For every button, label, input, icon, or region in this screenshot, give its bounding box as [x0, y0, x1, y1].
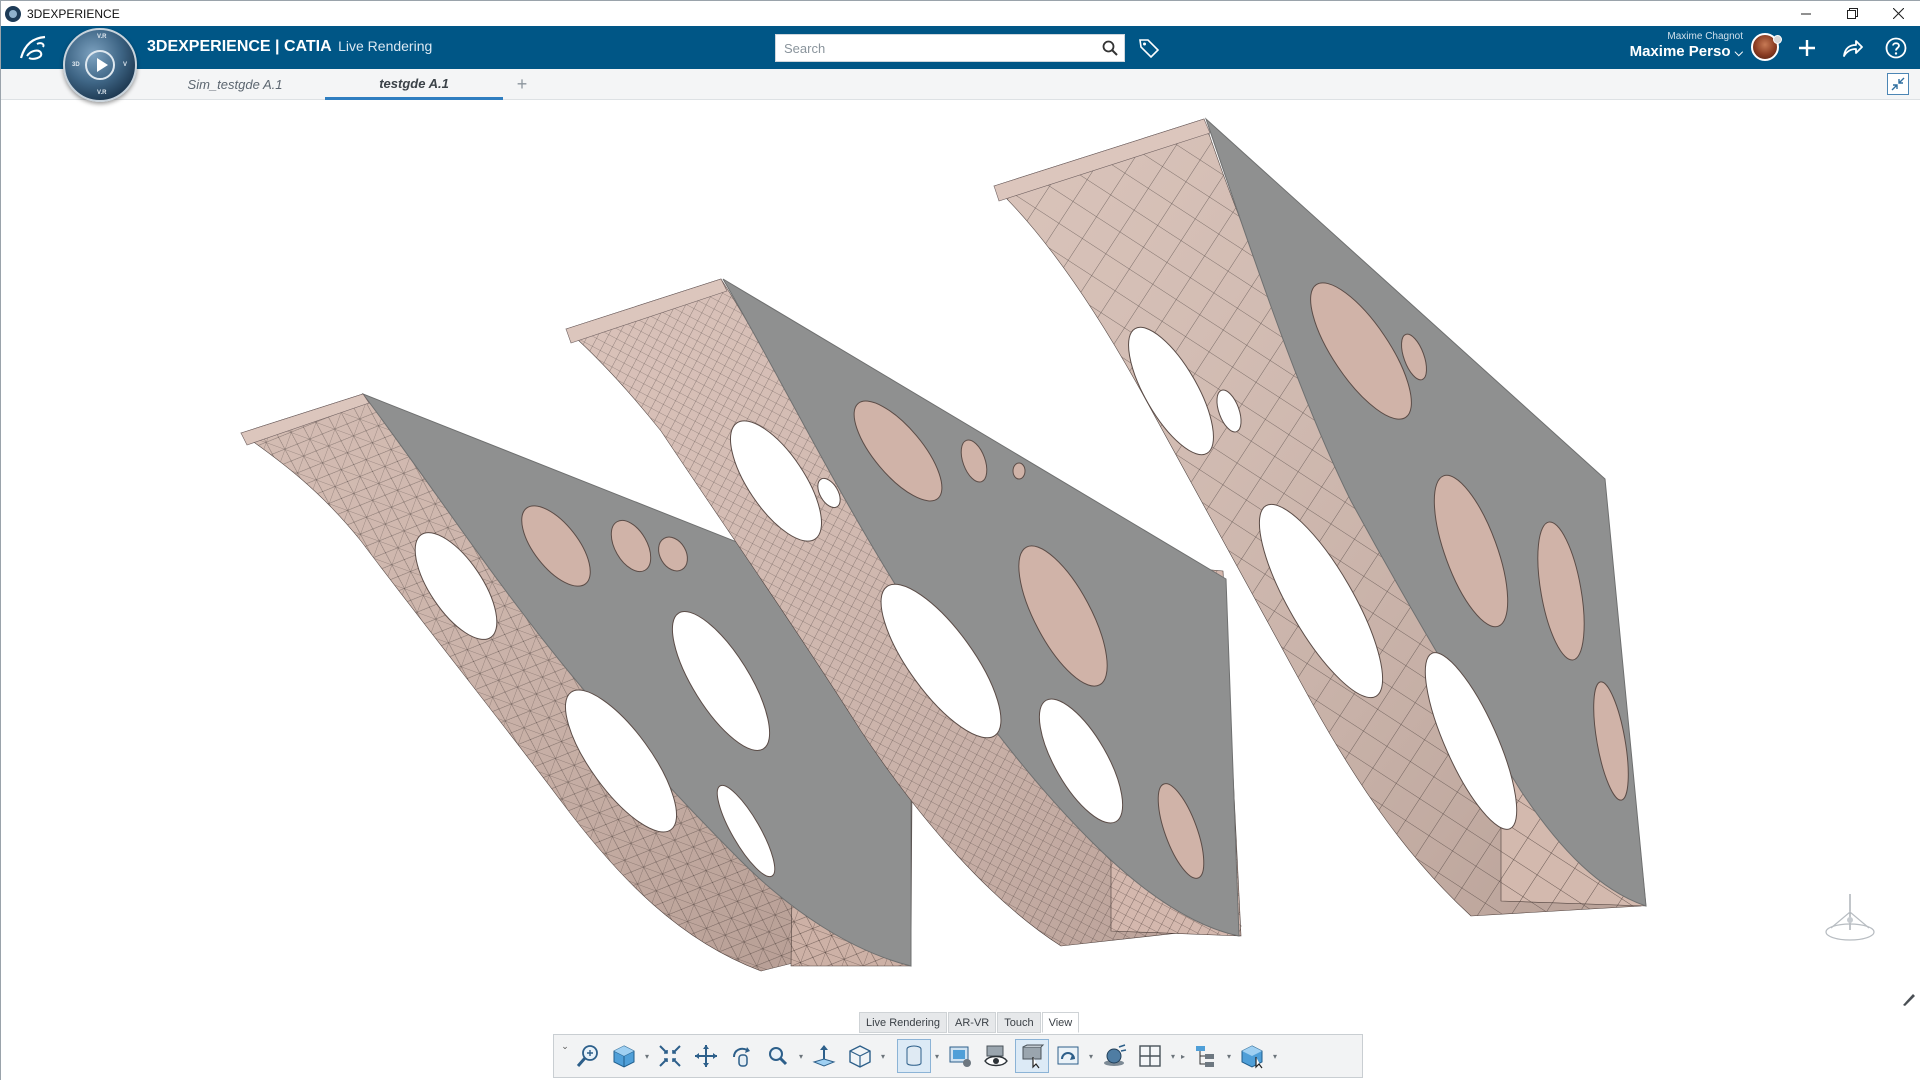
rendering-settings-icon[interactable]	[943, 1039, 977, 1073]
brand-main: EXPERIENCE | CATIA	[167, 38, 332, 55]
os-titlebar: 3DEXPERIENCE	[1, 1, 1920, 26]
multi-view-dropdown-icon[interactable]: ▾	[878, 1039, 888, 1073]
app-brand: 3DEXPERIENCE | CATIA Live Rendering	[147, 38, 432, 56]
compass-label-left: 3D	[72, 62, 80, 68]
window-layout-icon[interactable]	[1133, 1039, 1167, 1073]
zoom-area-icon[interactable]	[571, 1039, 605, 1073]
notification-dot-icon	[1773, 35, 1782, 44]
app-window: 3DEXPERIENCE 3DEXPERIENCE | CATIA Live R…	[0, 0, 1920, 1081]
app-icon	[5, 5, 21, 22]
zoom-dropdown-icon[interactable]: ▾	[796, 1039, 806, 1073]
view-cube-icon[interactable]	[607, 1039, 641, 1073]
window-controls	[1783, 1, 1920, 26]
user-name-small: Maxime Chagnot	[1667, 31, 1743, 42]
add-icon[interactable]	[1792, 33, 1822, 63]
collapse-action-bar-button[interactable]: ⌄	[560, 1041, 570, 1071]
hide-show-icon[interactable]	[979, 1039, 1013, 1073]
play-icon[interactable]	[85, 50, 115, 80]
ambience-icon[interactable]	[1051, 1039, 1085, 1073]
tag-icon[interactable]	[1135, 34, 1163, 62]
shading-dropdown-icon[interactable]: ▾	[932, 1039, 942, 1073]
action-bar: ⌄ ▾ ▾ ▾ ▾ ▾ ▾ ▸ ▾ ▾	[553, 1034, 1363, 1078]
compass-label-right: V	[123, 62, 128, 68]
brand-sub: Live Rendering	[338, 38, 433, 54]
pen-icon[interactable]	[1901, 991, 1917, 1007]
view-cube-dropdown-icon[interactable]: ▾	[642, 1039, 652, 1073]
help-icon[interactable]	[1881, 33, 1911, 63]
brand-bold: 3D	[147, 38, 168, 55]
fullscreen-button[interactable]	[1887, 73, 1909, 95]
compass-label-bottom: V.R	[97, 90, 107, 96]
tree-dropdown-icon[interactable]: ▾	[1224, 1039, 1234, 1073]
compass-widget[interactable]: V.R 3D V V.R	[63, 28, 137, 102]
lighting-icon[interactable]	[1097, 1039, 1131, 1073]
ambience-dropdown-icon[interactable]: ▾	[1086, 1039, 1096, 1073]
zoom-icon[interactable]	[761, 1039, 795, 1073]
specification-dropdown-icon[interactable]: ▾	[1270, 1039, 1280, 1073]
section-tab-touch[interactable]: Touch	[997, 1012, 1041, 1033]
multi-view-icon[interactable]	[843, 1039, 877, 1073]
section-tab-view[interactable]: View	[1041, 1012, 1080, 1033]
search-icon[interactable]	[1096, 35, 1124, 61]
search-box	[775, 34, 1125, 62]
close-button[interactable]	[1875, 1, 1920, 26]
brackets-model	[240, 117, 1647, 972]
tree-icon[interactable]	[1189, 1039, 1223, 1073]
axis-compass-icon[interactable]	[1821, 890, 1879, 950]
rotate-icon[interactable]	[725, 1039, 759, 1073]
swap-visible-icon[interactable]	[1015, 1039, 1049, 1073]
collapse-icon	[1891, 77, 1905, 91]
close-icon	[1892, 8, 1904, 19]
tab-testgde[interactable]: testgde A.1	[325, 69, 503, 100]
user-name-main: Maxime Perso ⌵	[1630, 43, 1743, 60]
3d-viewport[interactable]	[1, 100, 1920, 1081]
more-tools-arrow-icon[interactable]: ▸	[1178, 1039, 1188, 1073]
section-tab-ar-vr[interactable]: AR-VR	[948, 1012, 997, 1033]
fit-all-icon[interactable]	[653, 1039, 687, 1073]
chevron-down-icon: ⌵	[1734, 47, 1743, 59]
window-layout-dropdown-icon[interactable]: ▾	[1168, 1039, 1178, 1073]
restore-icon	[1846, 8, 1858, 19]
pan-icon[interactable]	[689, 1039, 723, 1073]
section-tab-live-rendering[interactable]: Live Rendering	[859, 1012, 947, 1033]
dassault-logo-icon[interactable]	[17, 34, 49, 62]
document-tabs: Sim_testgde A.1 testgde A.1 +	[1, 69, 1920, 100]
minimize-icon	[1801, 13, 1811, 14]
minimize-button[interactable]	[1783, 1, 1829, 26]
normal-view-icon[interactable]	[807, 1039, 841, 1073]
shading-icon[interactable]	[897, 1039, 931, 1073]
window-title: 3DEXPERIENCE	[27, 6, 120, 21]
compass-label-top: V.R	[97, 34, 107, 40]
tab-sim-testgde[interactable]: Sim_testgde A.1	[165, 69, 305, 100]
user-main-label: Maxime Perso	[1629, 43, 1731, 60]
restore-button[interactable]	[1829, 1, 1875, 26]
action-bar-sections: Live Rendering AR-VR Touch View	[859, 1012, 1080, 1033]
add-tab-button[interactable]: +	[511, 73, 533, 95]
search-input[interactable]	[776, 35, 1096, 61]
app-header: 3DEXPERIENCE | CATIA Live Rendering Maxi…	[1, 26, 1920, 69]
specification-icon[interactable]	[1235, 1039, 1269, 1073]
user-menu[interactable]: Maxime Chagnot Maxime Perso ⌵	[1630, 31, 1743, 60]
share-icon[interactable]	[1837, 33, 1867, 63]
